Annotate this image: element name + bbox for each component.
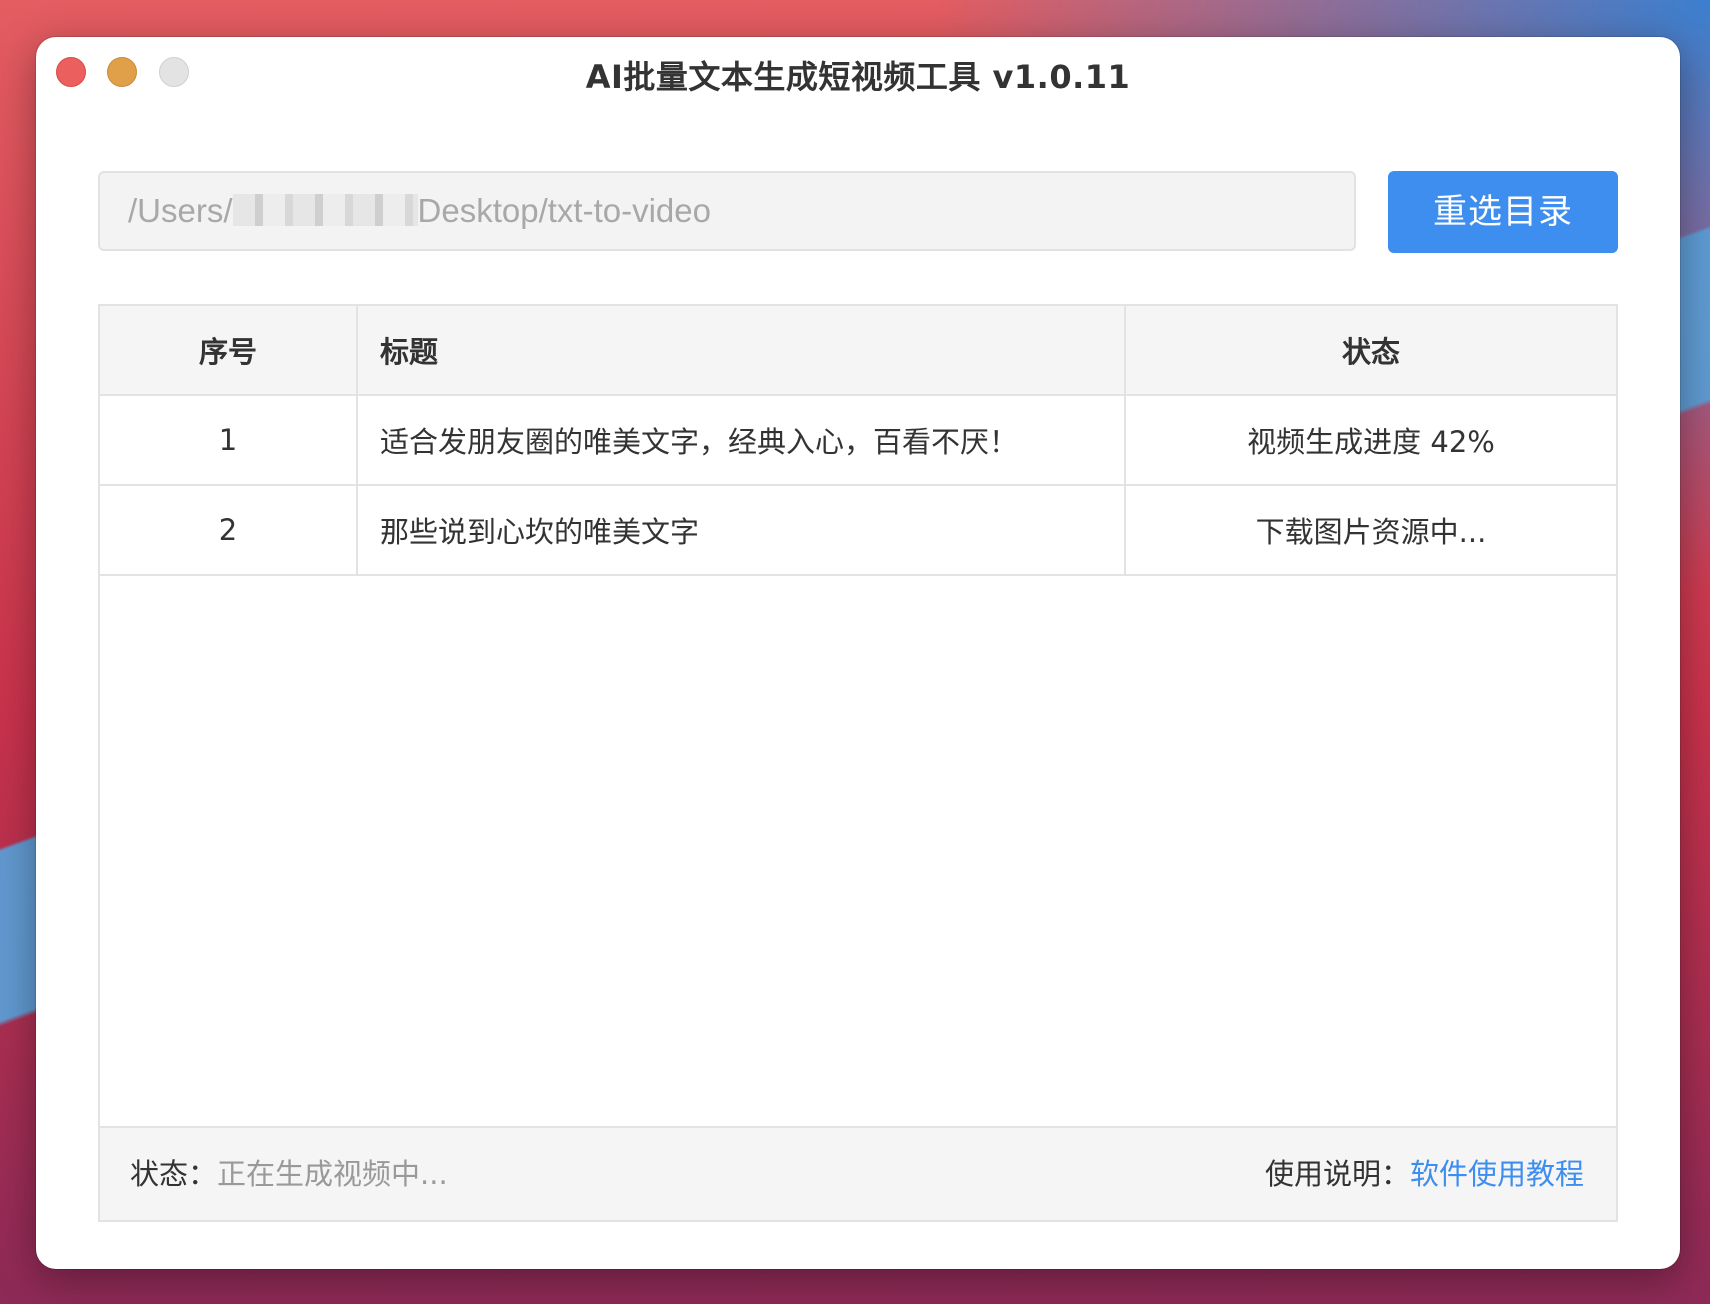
app-window: AI批量文本生成短视频工具 v1.0.11 /Users/Desktop/txt… (36, 37, 1680, 1269)
row-title: 适合发朋友圈的唯美文字，经典入心，百看不厌！ (356, 394, 1126, 486)
help-area: 使用说明：软件使用教程 (1265, 1128, 1584, 1220)
row-no: 1 (100, 394, 358, 486)
row-status: 视频生成进度 42% (1124, 394, 1616, 486)
path-suffix: Desktop/txt-to-video (417, 192, 711, 229)
status-label: 状态： (130, 1157, 218, 1191)
title-bar: AI批量文本生成短视频工具 v1.0.11 (36, 37, 1680, 107)
reselect-directory-button[interactable]: 重选目录 (1388, 171, 1618, 253)
column-header-no[interactable]: 序号 (100, 306, 358, 396)
status-bar: 状态：正在生成视频中... 使用说明：软件使用教程 (100, 1126, 1616, 1220)
tutorial-link[interactable]: 软件使用教程 (1410, 1157, 1584, 1191)
task-table: 序号 标题 状态 1 适合发朋友圈的唯美文字，经典入心，百看不厌！ 视频生成进度… (100, 306, 1616, 576)
directory-path-field[interactable]: /Users/Desktop/txt-to-video (98, 171, 1356, 251)
table-row[interactable]: 1 适合发朋友圈的唯美文字，经典入心，百看不厌！ 视频生成进度 42% (100, 394, 1616, 486)
row-no: 2 (100, 484, 358, 576)
path-prefix: /Users/ (128, 192, 233, 229)
table-header-row: 序号 标题 状态 (100, 306, 1616, 396)
column-header-title[interactable]: 标题 (356, 306, 1126, 396)
row-title: 那些说到心坎的唯美文字 (356, 484, 1126, 576)
column-header-status[interactable]: 状态 (1124, 306, 1616, 396)
help-label: 使用说明： (1264, 1157, 1410, 1191)
window-title: AI批量文本生成短视频工具 v1.0.11 (585, 58, 1131, 96)
status-area: 状态：正在生成视频中... (130, 1128, 448, 1220)
task-table-panel: 序号 标题 状态 1 适合发朋友圈的唯美文字，经典入心，百看不厌！ 视频生成进度… (98, 304, 1618, 1222)
redacted-username (232, 194, 418, 227)
row-status: 下载图片资源中... (1124, 484, 1616, 576)
table-row[interactable]: 2 那些说到心坎的唯美文字 下载图片资源中... (100, 484, 1616, 576)
status-value: 正在生成视频中... (217, 1157, 448, 1191)
